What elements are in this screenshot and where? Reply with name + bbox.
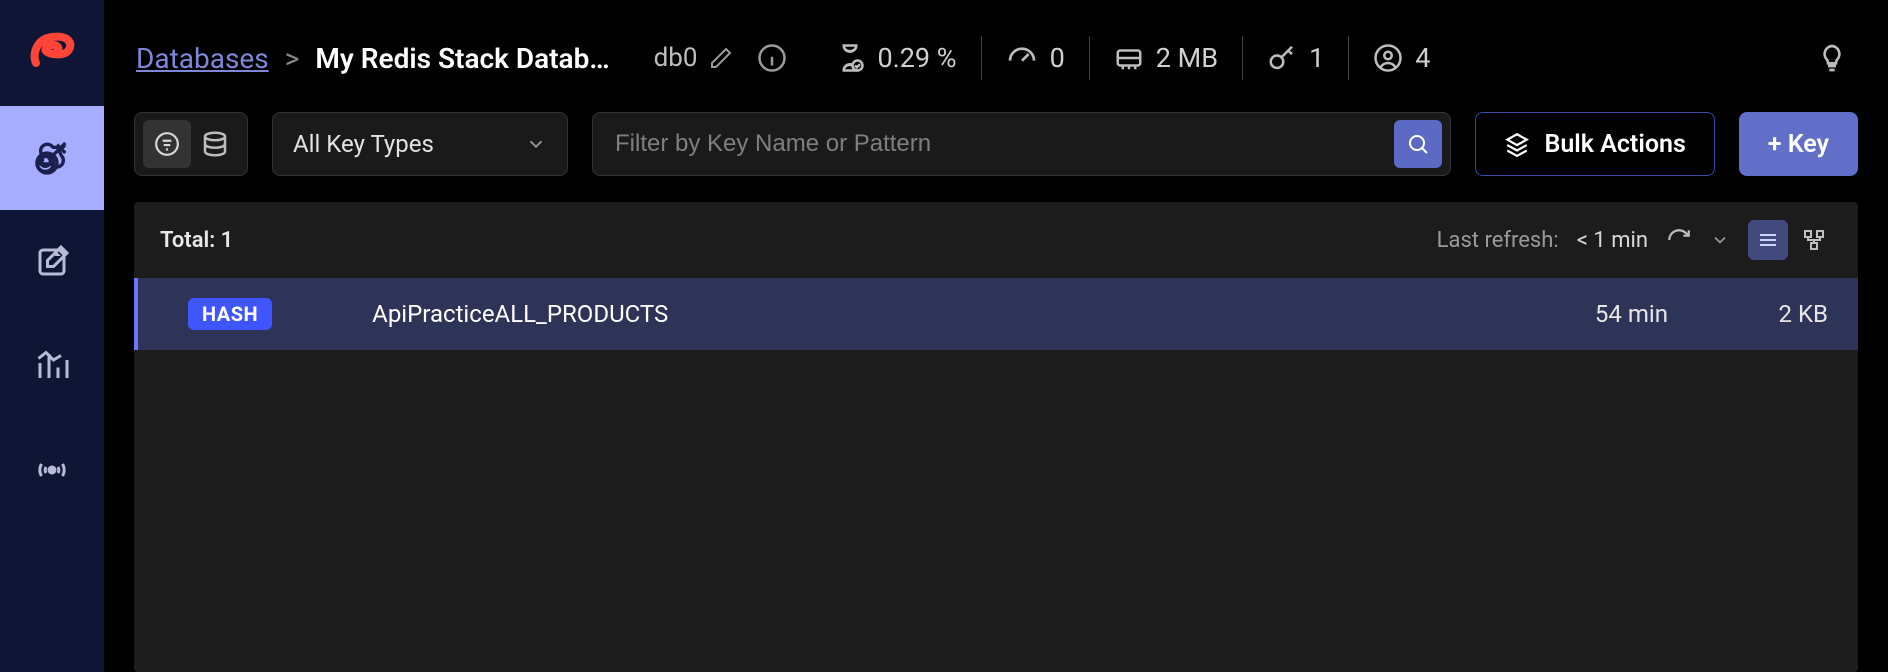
divider [1348, 36, 1349, 80]
key-ttl: 54 min [1508, 300, 1668, 328]
stat-cpu-value: 0.29 % [877, 42, 956, 74]
breadcrumb-root[interactable]: Databases [136, 42, 269, 75]
redis-logo [22, 24, 82, 76]
key-type-badge: HASH [188, 298, 272, 330]
list-icon [1756, 228, 1780, 252]
user-icon [1373, 43, 1403, 73]
scan-icon[interactable] [191, 120, 239, 168]
search-segment [592, 112, 1451, 176]
chevron-down-icon [1710, 230, 1730, 250]
nav-analytics[interactable] [0, 314, 104, 418]
refresh-icon [1666, 227, 1692, 253]
stat-clients: 4 [1373, 42, 1430, 74]
refresh-value: < 1 min [1577, 228, 1648, 253]
divider [981, 36, 982, 80]
nav-workbench[interactable] [0, 210, 104, 314]
filter-icon[interactable] [143, 120, 191, 168]
search-button[interactable] [1394, 120, 1442, 168]
bulk-actions-button[interactable]: Bulk Actions [1475, 112, 1714, 176]
add-key-button[interactable]: + Key [1739, 112, 1858, 176]
key-list: Total: 1 Last refresh: < 1 min [134, 202, 1858, 672]
breadcrumb: Databases > My Redis Stack Datab… [136, 42, 610, 75]
sidebar [0, 0, 104, 672]
refresh-label: Last refresh: [1437, 228, 1559, 253]
memory-icon [1114, 43, 1144, 73]
view-list[interactable] [1748, 220, 1788, 260]
total-label: Total: 1 [160, 228, 233, 253]
key-row[interactable]: HASH ApiPracticeALL_PRODUCTS 54 min 2 KB [134, 278, 1858, 350]
db-selector[interactable]: db0 [654, 43, 734, 73]
stat-clients-value: 4 [1415, 42, 1430, 74]
db-index: db0 [654, 43, 698, 73]
bulk-actions-label: Bulk Actions [1544, 130, 1685, 159]
hourglass-icon [835, 43, 865, 73]
stat-latency-value: 0 [1050, 42, 1065, 74]
stat-cpu: 0.29 % [835, 42, 956, 74]
pencil-icon [709, 46, 733, 70]
nav-pubsub[interactable] [0, 418, 104, 522]
chevron-down-icon [525, 133, 547, 155]
breadcrumb-current: My Redis Stack Datab… [315, 42, 609, 75]
divider [1242, 36, 1243, 80]
view-toggle [1748, 220, 1834, 260]
key-icon [1267, 43, 1297, 73]
key-types-dropdown[interactable]: All Key Types [272, 112, 568, 176]
breadcrumb-sep: > [285, 42, 300, 75]
stat-keys: 1 [1267, 42, 1324, 74]
tree-icon [1802, 228, 1826, 252]
list-header: Total: 1 Last refresh: < 1 min [134, 202, 1858, 278]
stat-latency: 0 [1006, 42, 1065, 74]
header: Databases > My Redis Stack Datab… db0 0.… [104, 18, 1888, 98]
refresh-menu[interactable] [1710, 230, 1730, 250]
search-input[interactable] [613, 129, 1394, 159]
filter-mode-segment [134, 112, 248, 176]
main: Databases > My Redis Stack Datab… db0 0.… [104, 0, 1888, 672]
info-icon[interactable] [757, 43, 787, 73]
key-types-label: All Key Types [293, 130, 434, 158]
nav-browser[interactable] [0, 106, 104, 210]
tips-icon[interactable] [1816, 42, 1848, 74]
layers-icon [1504, 131, 1530, 157]
divider [1089, 36, 1090, 80]
key-name: ApiPracticeALL_PRODUCTS [372, 300, 1468, 328]
refresh-button[interactable] [1666, 227, 1692, 253]
gauge-icon [1006, 42, 1038, 74]
search-icon [1406, 132, 1430, 156]
stat-memory: 2 MB [1114, 42, 1218, 74]
key-size: 2 KB [1708, 300, 1828, 328]
toolbar: All Key Types Bulk Actions + Key [104, 112, 1888, 176]
stat-memory-value: 2 MB [1156, 42, 1218, 74]
add-key-label: + Key [1768, 130, 1829, 159]
stat-keys-value: 1 [1309, 42, 1324, 74]
view-tree[interactable] [1794, 220, 1834, 260]
